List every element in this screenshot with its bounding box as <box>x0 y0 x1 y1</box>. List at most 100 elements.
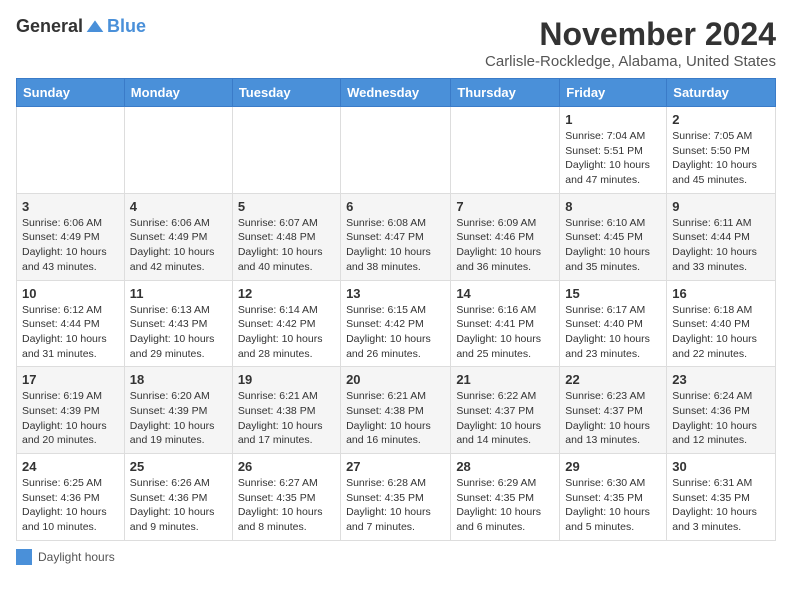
day-info: Sunrise: 6:25 AMSunset: 4:36 PMDaylight:… <box>22 476 119 535</box>
calendar-cell: 16 Sunrise: 6:18 AMSunset: 4:40 PMDayligh… <box>667 280 776 367</box>
day-number: 10 <box>22 286 119 301</box>
day-number: 5 <box>238 199 335 214</box>
day-number: 17 <box>22 372 119 387</box>
day-number: 22 <box>565 372 661 387</box>
day-header-sunday: Sunday <box>17 79 125 107</box>
calendar-cell <box>124 107 232 194</box>
calendar-cell: 18 Sunrise: 6:20 AMSunset: 4:39 PMDayligh… <box>124 367 232 454</box>
calendar-cell: 19Sunrise: 6:21 AMSunset: 4:38 PMDayligh… <box>232 367 340 454</box>
calendar-cell: 24 Sunrise: 6:25 AMSunset: 4:36 PMDayligh… <box>17 454 125 541</box>
day-info: Sunrise: 6:09 AMSunset: 4:46 PMDaylight:… <box>456 216 554 275</box>
day-number: 12 <box>238 286 335 301</box>
location-subtitle: Carlisle-Rockledge, Alabama, United Stat… <box>485 53 776 70</box>
day-info: Sunrise: 6:27 AMSunset: 4:35 PMDaylight:… <box>238 476 335 535</box>
day-info: Sunrise: 6:20 AMSunset: 4:39 PMDaylight:… <box>130 389 227 448</box>
logo-blue-text: Blue <box>107 16 146 37</box>
day-number: 2 <box>672 112 770 127</box>
calendar-cell <box>341 107 451 194</box>
day-info: Sunrise: 6:16 AMSunset: 4:41 PMDaylight:… <box>456 303 554 362</box>
day-number: 28 <box>456 459 554 474</box>
day-info: Sunrise: 6:28 AMSunset: 4:35 PMDaylight:… <box>346 476 445 535</box>
legend-color-box <box>16 549 32 565</box>
day-info: Sunrise: 6:12 AMSunset: 4:44 PMDaylight:… <box>22 303 119 362</box>
calendar-cell: 29Sunrise: 6:30 AMSunset: 4:35 PMDayligh… <box>560 454 667 541</box>
day-info: Sunrise: 6:31 AMSunset: 4:35 PMDaylight:… <box>672 476 770 535</box>
day-info: Sunrise: 6:21 AMSunset: 4:38 PMDaylight:… <box>346 389 445 448</box>
day-info: Sunrise: 7:05 AMSunset: 5:50 PMDaylight:… <box>672 129 770 188</box>
day-number: 20 <box>346 372 445 387</box>
day-header-wednesday: Wednesday <box>341 79 451 107</box>
calendar-cell: 1Sunrise: 7:04 AMSunset: 5:51 PMDaylight… <box>560 107 667 194</box>
day-info: Sunrise: 6:17 AMSunset: 4:40 PMDaylight:… <box>565 303 661 362</box>
day-number: 23 <box>672 372 770 387</box>
day-info: Sunrise: 6:18 AMSunset: 4:40 PMDaylight:… <box>672 303 770 362</box>
calendar-cell <box>451 107 560 194</box>
calendar-cell <box>17 107 125 194</box>
calendar-cell: 10 Sunrise: 6:12 AMSunset: 4:44 PMDayligh… <box>17 280 125 367</box>
day-info: Sunrise: 6:29 AMSunset: 4:35 PMDaylight:… <box>456 476 554 535</box>
day-info: Sunrise: 6:10 AMSunset: 4:45 PMDaylight:… <box>565 216 661 275</box>
day-header-saturday: Saturday <box>667 79 776 107</box>
calendar-cell: 30Sunrise: 6:31 AMSunset: 4:35 PMDayligh… <box>667 454 776 541</box>
calendar-cell: 22Sunrise: 6:23 AMSunset: 4:37 PMDayligh… <box>560 367 667 454</box>
day-info: Sunrise: 6:26 AMSunset: 4:36 PMDaylight:… <box>130 476 227 535</box>
page-header: General Blue November 2024 Carlisle-Rock… <box>16 16 776 70</box>
calendar-cell: 15 Sunrise: 6:17 AMSunset: 4:40 PMDayligh… <box>560 280 667 367</box>
calendar-table: SundayMondayTuesdayWednesdayThursdayFrid… <box>16 78 776 541</box>
logo-icon <box>85 17 105 37</box>
calendar-cell: 13 Sunrise: 6:15 AMSunset: 4:42 PMDayligh… <box>341 280 451 367</box>
calendar-cell: 9Sunrise: 6:11 AMSunset: 4:44 PMDaylight… <box>667 193 776 280</box>
day-number: 4 <box>130 199 227 214</box>
day-info: Sunrise: 7:04 AMSunset: 5:51 PMDaylight:… <box>565 129 661 188</box>
day-info: Sunrise: 6:08 AMSunset: 4:47 PMDaylight:… <box>346 216 445 275</box>
day-info: Sunrise: 6:06 AMSunset: 4:49 PMDaylight:… <box>22 216 119 275</box>
calendar-week-row: 1Sunrise: 7:04 AMSunset: 5:51 PMDaylight… <box>17 107 776 194</box>
month-title: November 2024 <box>485 16 776 53</box>
day-number: 13 <box>346 286 445 301</box>
day-info: Sunrise: 6:14 AMSunset: 4:42 PMDaylight:… <box>238 303 335 362</box>
calendar-cell <box>232 107 340 194</box>
logo-general-text: General <box>16 16 83 37</box>
legend: Daylight hours <box>16 549 776 565</box>
day-info: Sunrise: 6:13 AMSunset: 4:43 PMDaylight:… <box>130 303 227 362</box>
calendar-cell: 27 Sunrise: 6:28 AMSunset: 4:35 PMDayligh… <box>341 454 451 541</box>
day-info: Sunrise: 6:30 AMSunset: 4:35 PMDaylight:… <box>565 476 661 535</box>
day-number: 24 <box>22 459 119 474</box>
calendar-cell: 17 Sunrise: 6:19 AMSunset: 4:39 PMDayligh… <box>17 367 125 454</box>
day-header-monday: Monday <box>124 79 232 107</box>
legend-label: Daylight hours <box>38 550 115 564</box>
calendar-cell: 20 Sunrise: 6:21 AMSunset: 4:38 PMDayligh… <box>341 367 451 454</box>
day-info: Sunrise: 6:15 AMSunset: 4:42 PMDaylight:… <box>346 303 445 362</box>
day-number: 21 <box>456 372 554 387</box>
day-number: 15 <box>565 286 661 301</box>
calendar-week-row: 10 Sunrise: 6:12 AMSunset: 4:44 PMDayligh… <box>17 280 776 367</box>
day-number: 25 <box>130 459 227 474</box>
calendar-cell: 25 Sunrise: 6:26 AMSunset: 4:36 PMDayligh… <box>124 454 232 541</box>
calendar-cell: 12 Sunrise: 6:14 AMSunset: 4:42 PMDayligh… <box>232 280 340 367</box>
calendar-cell: 3Sunrise: 6:06 AMSunset: 4:49 PMDaylight… <box>17 193 125 280</box>
day-info: Sunrise: 6:06 AMSunset: 4:49 PMDaylight:… <box>130 216 227 275</box>
calendar-cell: 26 Sunrise: 6:27 AMSunset: 4:35 PMDayligh… <box>232 454 340 541</box>
day-number: 16 <box>672 286 770 301</box>
logo: General Blue <box>16 16 146 37</box>
day-number: 18 <box>130 372 227 387</box>
day-info: Sunrise: 6:21 AMSunset: 4:38 PMDaylight:… <box>238 389 335 448</box>
day-info: Sunrise: 6:19 AMSunset: 4:39 PMDaylight:… <box>22 389 119 448</box>
calendar-cell: 14Sunrise: 6:16 AMSunset: 4:41 PMDayligh… <box>451 280 560 367</box>
day-number: 26 <box>238 459 335 474</box>
day-number: 6 <box>346 199 445 214</box>
day-info: Sunrise: 6:07 AMSunset: 4:48 PMDaylight:… <box>238 216 335 275</box>
day-info: Sunrise: 6:11 AMSunset: 4:44 PMDaylight:… <box>672 216 770 275</box>
calendar-cell: 11Sunrise: 6:13 AMSunset: 4:43 PMDayligh… <box>124 280 232 367</box>
day-header-thursday: Thursday <box>451 79 560 107</box>
calendar-cell: 28 Sunrise: 6:29 AMSunset: 4:35 PMDayligh… <box>451 454 560 541</box>
day-header-tuesday: Tuesday <box>232 79 340 107</box>
day-number: 8 <box>565 199 661 214</box>
day-number: 27 <box>346 459 445 474</box>
calendar-week-row: 3Sunrise: 6:06 AMSunset: 4:49 PMDaylight… <box>17 193 776 280</box>
day-info: Sunrise: 6:24 AMSunset: 4:36 PMDaylight:… <box>672 389 770 448</box>
calendar-header-row: SundayMondayTuesdayWednesdayThursdayFrid… <box>17 79 776 107</box>
calendar-cell: 23 Sunrise: 6:24 AMSunset: 4:36 PMDayligh… <box>667 367 776 454</box>
title-section: November 2024 Carlisle-Rockledge, Alabam… <box>485 16 776 70</box>
calendar-cell: 4 Sunrise: 6:06 AMSunset: 4:49 PMDaylight… <box>124 193 232 280</box>
